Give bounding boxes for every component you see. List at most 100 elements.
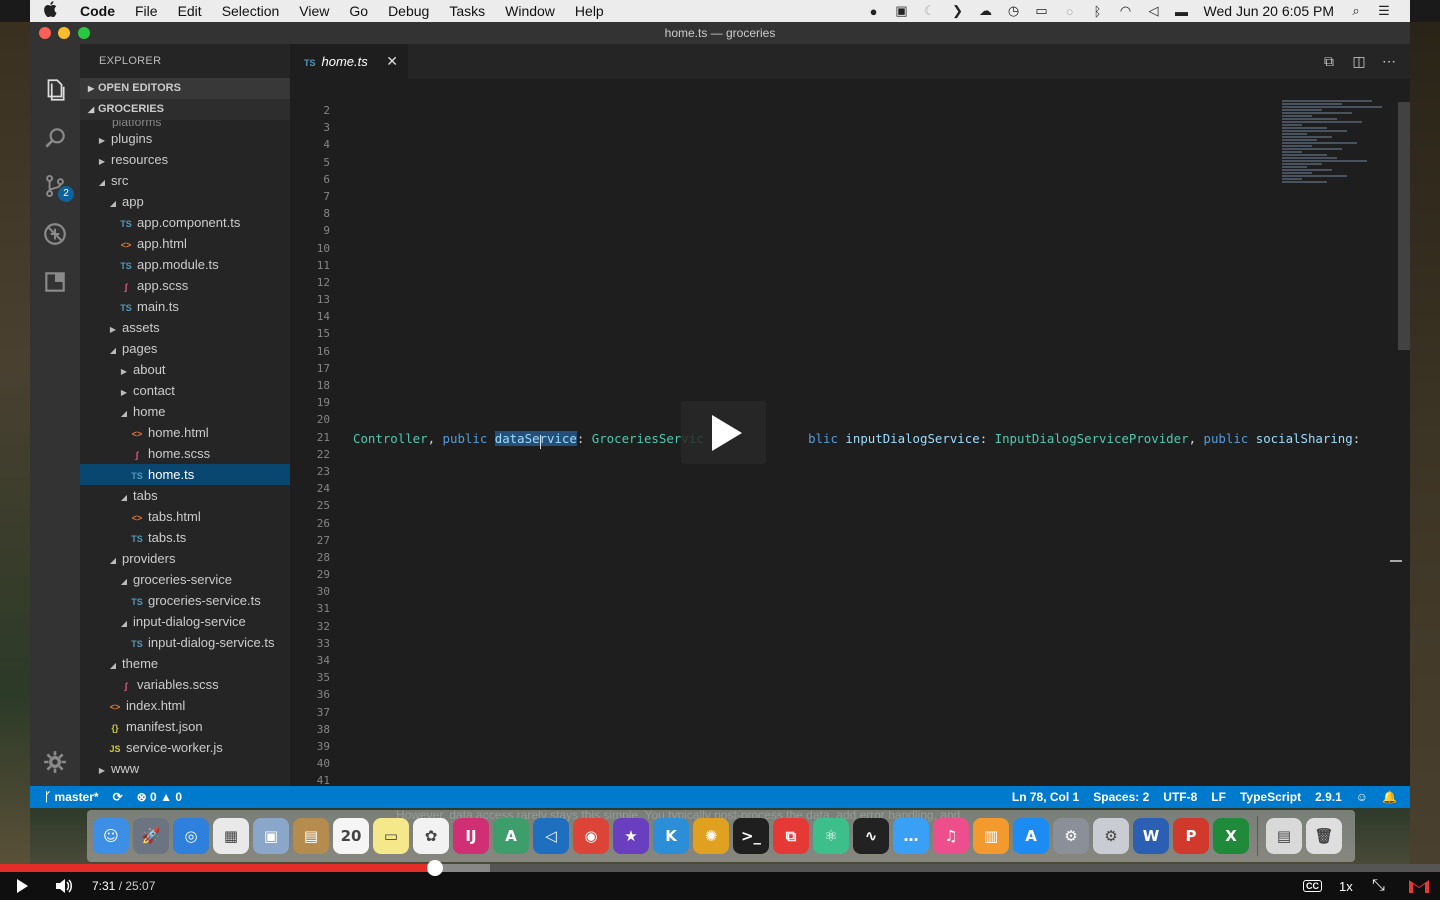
tree-file[interactable]: {} manifest.json	[80, 716, 290, 737]
tree-folder[interactable]: ◢ providers	[80, 548, 290, 569]
tree-folder[interactable]: ◢ app	[80, 191, 290, 212]
tree-file[interactable]: ∫ home.scss	[80, 443, 290, 464]
menu-edit[interactable]: Edit	[168, 3, 212, 19]
close-tab-icon[interactable]: ✕	[386, 44, 398, 79]
search-icon[interactable]: ⌕	[1348, 3, 1364, 18]
notes-book-icon[interactable]: ▤	[293, 818, 329, 854]
branch-status[interactable]: ᚴ master*	[30, 790, 106, 804]
vscode-icon[interactable]: ◁	[533, 818, 569, 854]
ts-version[interactable]: 2.9.1	[1308, 790, 1349, 804]
tree-file[interactable]: JS service-worker.js	[80, 737, 290, 758]
split-editor-icon[interactable]: ◫	[1344, 53, 1374, 70]
preview-icon[interactable]: ▣	[253, 818, 289, 854]
tree-file[interactable]: <> index.html	[80, 695, 290, 716]
indentation[interactable]: Spaces: 2	[1086, 790, 1156, 804]
open-editors-section[interactable]: ▶ OPEN EDITORS	[80, 78, 290, 99]
messages-icon[interactable]: …	[893, 818, 929, 854]
tree-folder[interactable]: ◢ groceries-service	[80, 569, 290, 590]
tree-folder[interactable]: ◢ theme	[80, 653, 290, 674]
finder-icon[interactable]: ☺	[93, 818, 129, 854]
open-preview-icon[interactable]: ⧉	[1314, 53, 1344, 70]
minimap[interactable]	[1282, 99, 1392, 269]
tree-folder[interactable]: ◢ tabs	[80, 485, 290, 506]
terminal-icon[interactable]: >_	[733, 818, 769, 854]
video-play-overlay-button[interactable]	[681, 401, 766, 464]
volume-button[interactable]	[55, 876, 73, 896]
excel-icon[interactable]: X	[1213, 818, 1249, 854]
tab-home-ts[interactable]: TS home.ts ✕	[290, 44, 408, 79]
tree-file[interactable]: <> app.html	[80, 233, 290, 254]
source-control-icon[interactable]: 2	[30, 162, 80, 210]
android-studio-icon[interactable]: A	[493, 818, 529, 854]
app-store-icon[interactable]: A	[1013, 818, 1049, 854]
trash-icon[interactable]: 🗑	[1306, 818, 1342, 854]
search-sidebar-icon[interactable]	[30, 114, 80, 162]
maximize-window-button[interactable]	[78, 27, 90, 39]
atom-icon[interactable]: ⚛	[813, 818, 849, 854]
menu-clock[interactable]: Wed Jun 20 6:05 PM	[1196, 3, 1342, 19]
tree-file[interactable]: <> tabs.html	[80, 506, 290, 527]
screen-share-icon[interactable]: ⧉	[773, 818, 809, 854]
tree-file[interactable]: TS app.module.ts	[80, 254, 290, 275]
menu-app-name[interactable]: Code	[70, 3, 125, 19]
system-preferences-icon[interactable]: ⚙	[1053, 818, 1089, 854]
notifications-bell-icon[interactable]: 🔔	[1375, 790, 1404, 804]
record-icon[interactable]: ●	[866, 4, 882, 19]
progress-scrubber-handle[interactable]	[426, 860, 443, 876]
calendar-icon[interactable]: 20	[333, 818, 369, 854]
powerpoint-icon[interactable]: P	[1173, 818, 1209, 854]
menu-help[interactable]: Help	[565, 3, 614, 19]
launchpad-icon[interactable]: 🚀	[133, 818, 169, 854]
tree-folder[interactable]: ▶ resources	[80, 149, 290, 170]
pinwheel-icon[interactable]: ✺	[693, 818, 729, 854]
moon-icon[interactable]: ☾	[922, 3, 938, 18]
message-icon[interactable]: ○	[1062, 4, 1078, 19]
tree-item-clipped[interactable]: platforms	[80, 120, 290, 128]
tree-folder[interactable]: ▶ plugins	[80, 128, 290, 149]
downloads-icon[interactable]: ▤	[1266, 818, 1302, 854]
captions-button[interactable]: CC	[1303, 876, 1322, 896]
language-mode[interactable]: TypeScript	[1233, 790, 1308, 804]
exit-fullscreen-icon[interactable]: ⤡	[1372, 876, 1385, 896]
photos-icon[interactable]: ✿	[413, 818, 449, 854]
tree-folder[interactable]: ▶ assets	[80, 317, 290, 338]
menu-tasks[interactable]: Tasks	[439, 3, 495, 19]
tree-folder[interactable]: ◢ home	[80, 401, 290, 422]
imovie-icon[interactable]: ★	[613, 818, 649, 854]
ibooks-icon[interactable]: ▥	[973, 818, 1009, 854]
chevron-icon[interactable]: ❯	[950, 3, 966, 18]
itunes-icon[interactable]: ♫	[933, 818, 969, 854]
time-machine-icon[interactable]: ◷	[1006, 3, 1022, 18]
tree-file[interactable]: TS groceries-service.ts	[80, 590, 290, 611]
tree-folder[interactable]: ◢ input-dialog-service	[80, 611, 290, 632]
tree-folder[interactable]: ◢ pages	[80, 338, 290, 359]
sync-icon[interactable]: ⟳	[106, 790, 130, 804]
settings-gear-icon[interactable]	[30, 738, 80, 786]
app-grid-icon[interactable]: ▦	[213, 818, 249, 854]
menu-view[interactable]: View	[289, 3, 339, 19]
activity-monitor-icon[interactable]: ∿	[853, 818, 889, 854]
problems-status[interactable]: ⊗ 0 ▲ 0	[130, 790, 189, 804]
tree-folder[interactable]: ▶ contact	[80, 380, 290, 401]
cloud-icon[interactable]: ☁	[978, 3, 994, 18]
volume-icon[interactable]: ◁	[1146, 3, 1162, 18]
menu-window[interactable]: Window	[495, 3, 565, 19]
gmail-icon[interactable]	[1408, 876, 1430, 896]
tree-folder[interactable]: ◢ src	[80, 170, 290, 191]
encoding[interactable]: UTF-8	[1156, 790, 1204, 804]
tree-folder[interactable]: ▶ www	[80, 758, 290, 779]
project-section[interactable]: ◢ GROCERIES	[80, 99, 290, 120]
utilities-icon[interactable]: ⚙	[1093, 818, 1129, 854]
menu-selection[interactable]: Selection	[212, 3, 290, 19]
tree-file[interactable]: TS home.ts	[80, 464, 290, 485]
vertical-scrollbar[interactable]	[1398, 102, 1410, 350]
menu-debug[interactable]: Debug	[378, 3, 439, 19]
close-window-button[interactable]	[39, 27, 51, 39]
tree-file[interactable]: TS tabs.ts	[80, 527, 290, 548]
explorer-icon[interactable]	[30, 66, 80, 114]
word-icon[interactable]: W	[1133, 818, 1169, 854]
tree-folder[interactable]: ▶ about	[80, 359, 290, 380]
extensions-icon[interactable]	[30, 258, 80, 306]
tree-file[interactable]: ∫ app.scss	[80, 275, 290, 296]
tree-file[interactable]: ∫ variables.scss	[80, 674, 290, 695]
